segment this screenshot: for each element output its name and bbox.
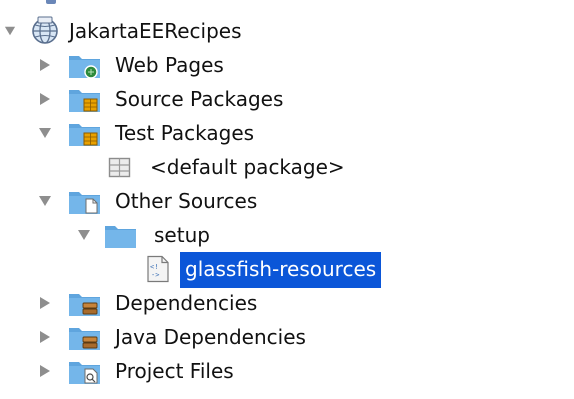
svg-text:<!: <! xyxy=(150,263,158,271)
test-packages-folder-icon xyxy=(68,120,102,148)
expand-toggle-collapsed-icon[interactable] xyxy=(37,91,53,107)
tree-node-label: JakartaEERecipes xyxy=(69,19,242,43)
expand-toggle-collapsed-icon[interactable] xyxy=(37,295,53,311)
tree-node-label: Dependencies xyxy=(115,291,258,315)
web-pages-folder-icon xyxy=(68,52,102,80)
tree-node-label: Web Pages xyxy=(115,53,224,77)
project-files-folder-icon xyxy=(68,358,102,386)
project-tree: JakartaEERecipes Web Pages Source Packag… xyxy=(0,0,574,399)
source-packages-folder-icon xyxy=(68,86,102,114)
tree-node-label: Source Packages xyxy=(115,87,284,111)
svg-text:->: -> xyxy=(151,271,159,279)
package-icon xyxy=(108,157,132,179)
expand-toggle-expanded-icon[interactable] xyxy=(37,125,53,141)
tree-node-label: Project Files xyxy=(115,359,234,383)
xml-file-icon: <! -> xyxy=(146,255,170,283)
folder-icon xyxy=(104,222,138,250)
expand-toggle-expanded-icon[interactable] xyxy=(37,193,53,209)
expand-toggle-expanded-icon[interactable] xyxy=(3,24,17,38)
other-sources-folder-icon xyxy=(68,188,102,216)
tree-node-label: Java Dependencies xyxy=(115,325,306,349)
tree-node-label: Test Packages xyxy=(115,121,255,145)
java-dependencies-folder-icon xyxy=(68,324,102,352)
web-project-globe-icon xyxy=(30,16,62,46)
expand-toggle-collapsed-icon[interactable] xyxy=(37,363,53,379)
expand-toggle-collapsed-icon[interactable] xyxy=(37,329,53,345)
expand-toggle-collapsed-icon[interactable] xyxy=(37,57,53,73)
tree-node-label: setup xyxy=(154,223,210,247)
dependencies-folder-icon xyxy=(68,290,102,318)
previous-node-icon-fragment xyxy=(46,0,56,4)
tree-node-label: <default package> xyxy=(150,155,345,179)
tree-node-label: Other Sources xyxy=(115,189,258,213)
tree-node-label: glassfish-resources xyxy=(180,252,382,288)
expand-toggle-expanded-icon[interactable] xyxy=(76,227,92,243)
